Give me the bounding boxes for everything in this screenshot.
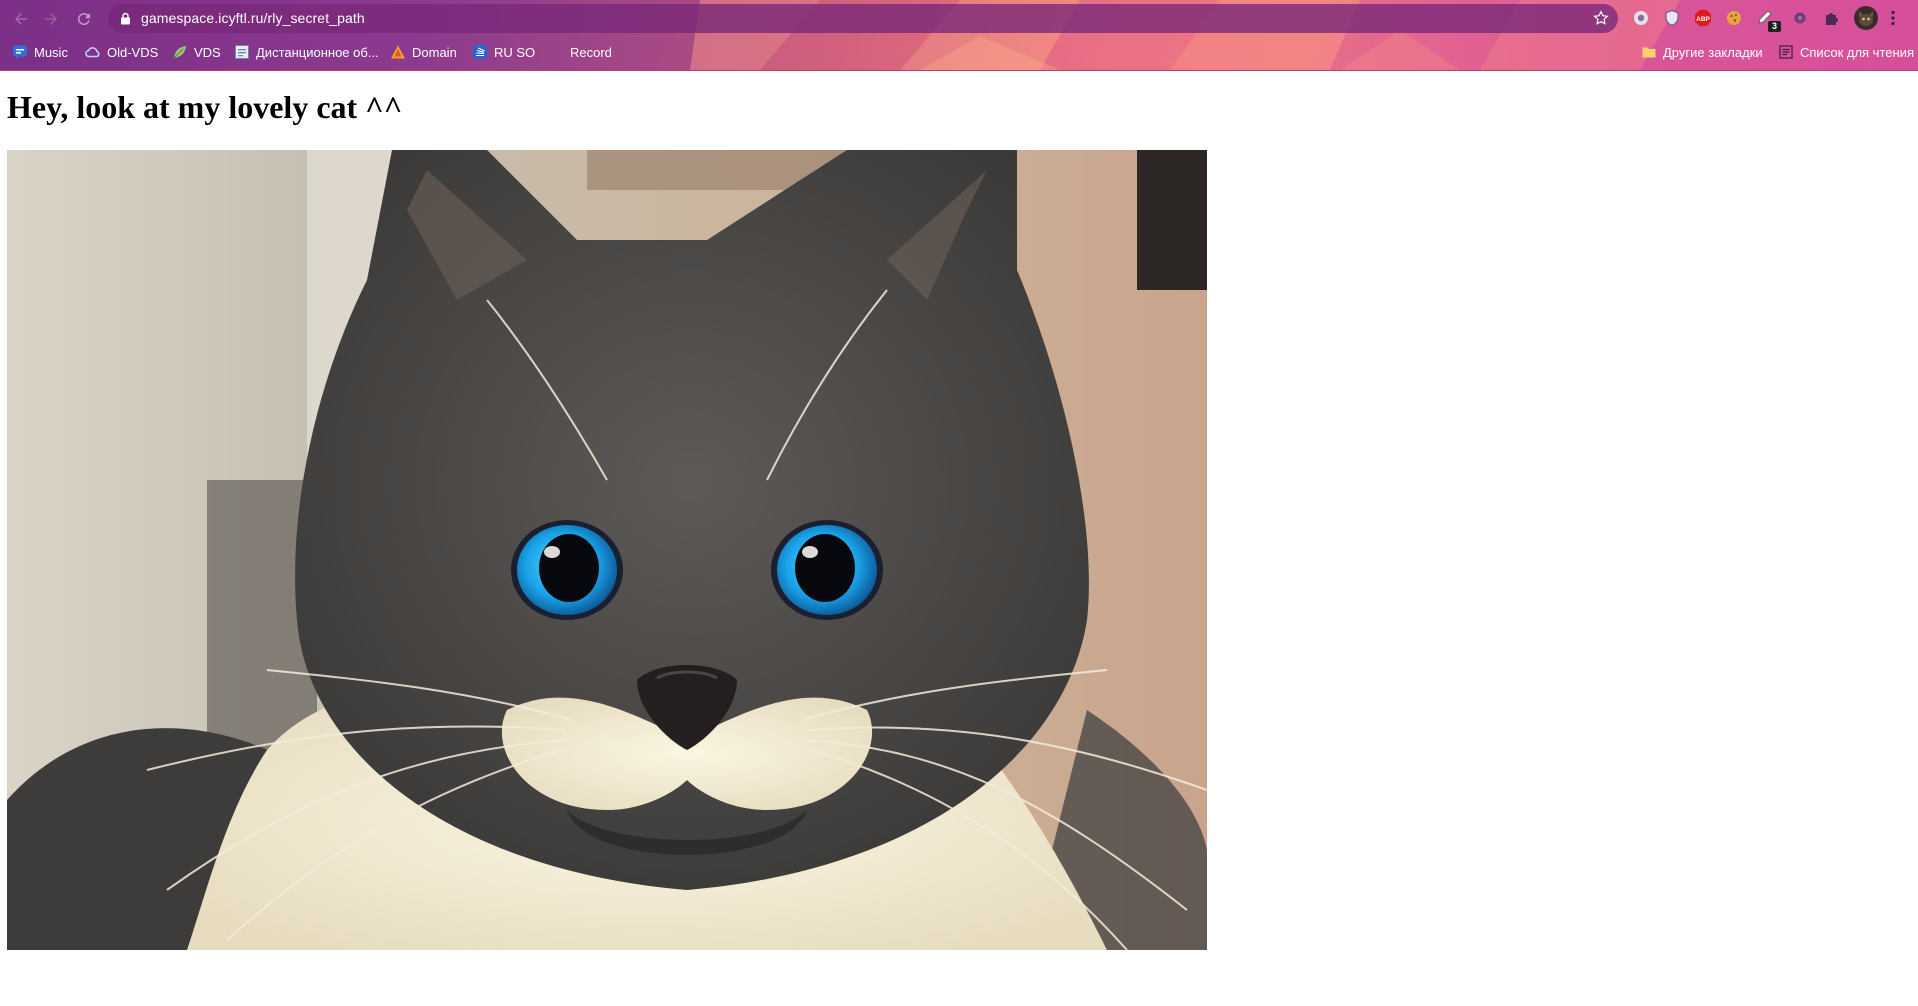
cookie-extension-button[interactable] [1724, 8, 1744, 28]
forward-icon [45, 13, 57, 25]
gear-icon [1794, 12, 1806, 24]
profile-icon [1854, 6, 1878, 30]
chat-icon [12, 44, 28, 60]
folder-icon [1641, 44, 1657, 60]
browser-toolbar: gamespace.icyftl.ru/rly_secret_path ABP … [0, 0, 1918, 36]
bookmark-domain[interactable]: Domain [390, 40, 457, 64]
extension-badge: 3 [1768, 21, 1781, 32]
stack-icon [472, 44, 488, 60]
bookmark-distance-learning[interactable]: Дистанционное об... [234, 40, 379, 64]
browser-chrome: gamespace.icyftl.ru/rly_secret_path ABP … [0, 0, 1918, 71]
back-icon [15, 13, 27, 25]
settings-extension-button[interactable] [1790, 8, 1810, 28]
svg-text:ABP: ABP [1696, 16, 1710, 23]
bookmark-music[interactable]: Music [12, 40, 68, 64]
extensions-button[interactable] [1822, 8, 1842, 28]
extension-button[interactable] [1631, 8, 1651, 28]
profile-button[interactable] [1854, 6, 1878, 30]
bookmark-vds[interactable]: VDS [172, 40, 221, 64]
lock-icon [121, 12, 130, 25]
bookmarks-bar: Music Old-VDS VDS Дистанционное об... Do… [0, 38, 1918, 66]
cat-illustration [7, 150, 1207, 950]
page-icon [234, 44, 250, 60]
shield-icon [1665, 9, 1679, 27]
leaf-icon [172, 44, 188, 60]
bookmark-record[interactable]: Record [548, 40, 612, 64]
kebab-menu-icon [1891, 10, 1895, 26]
forward-button[interactable] [38, 6, 64, 32]
record-icon [1634, 11, 1648, 25]
adblock-button[interactable]: ABP [1693, 8, 1713, 28]
puzzle-icon [1826, 13, 1838, 25]
right-eye [771, 520, 883, 620]
bookmark-ru-so[interactable]: RU SO [472, 40, 535, 64]
cloud-icon [85, 44, 101, 60]
other-bookmarks-folder[interactable]: Другие закладки [1641, 40, 1763, 64]
reload-icon [77, 13, 90, 26]
reload-button[interactable] [71, 6, 97, 32]
bookmark-old-vds[interactable]: Old-VDS [85, 40, 158, 64]
cookie-icon [1727, 11, 1741, 25]
reading-list-button[interactable]: Список для чтения [1778, 40, 1914, 64]
blank-icon [548, 44, 564, 60]
reading-list-icon [1778, 44, 1794, 60]
cat-photo [7, 150, 1207, 950]
page-title: Hey, look at my lovely cat ^^ [7, 89, 403, 125]
address-bar[interactable]: gamespace.icyftl.ru/rly_secret_path [108, 4, 1618, 33]
browser-menu-button[interactable] [1886, 8, 1900, 28]
star-icon[interactable] [1592, 9, 1610, 27]
left-eye [511, 520, 623, 620]
abp-icon: ABP [1695, 10, 1711, 26]
shield-extension-button[interactable] [1662, 8, 1682, 28]
url-text: gamespace.icyftl.ru/rly_secret_path [141, 10, 365, 26]
warning-icon [390, 44, 406, 60]
back-button[interactable] [8, 6, 34, 32]
